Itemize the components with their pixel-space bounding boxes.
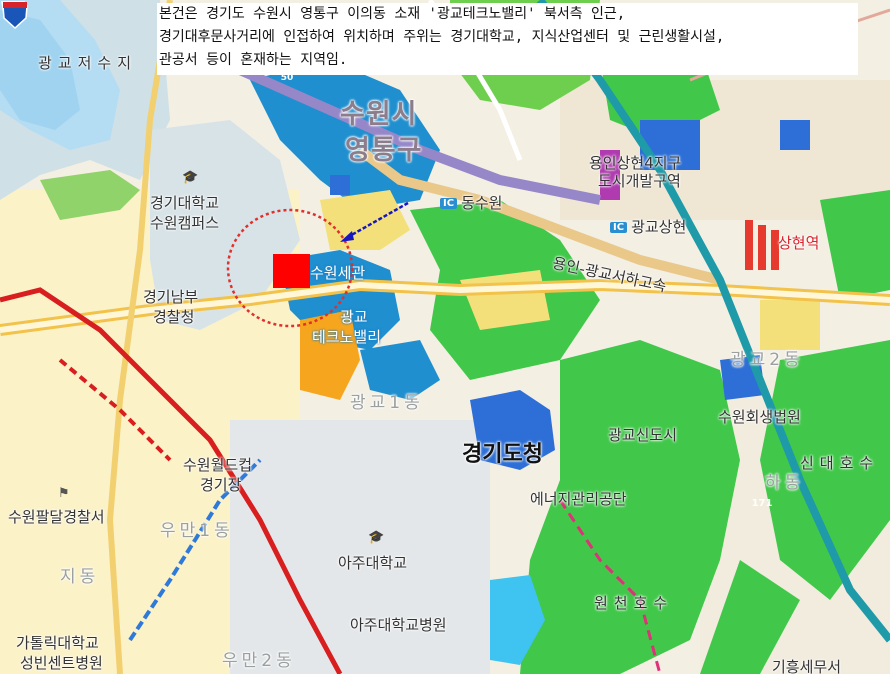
label-ajou-hospital: 아주대학교병원 [350, 616, 447, 634]
label-dongsuwon-ic: IC 동수원 [440, 192, 502, 213]
label-suwon-si: 수원시 [340, 99, 418, 130]
label-st-vincent: 성빈센트병원 [20, 654, 103, 672]
label-kyonggi-univ: 경기대학교 [150, 194, 220, 212]
route-171-number: 171 [751, 498, 773, 509]
label-woman1-dong: 우만1동 [160, 521, 234, 541]
label-woman2-dong: 우만2동 [222, 651, 296, 671]
label-gwanggyo: 광교 [340, 308, 368, 326]
label-energy-agency: 에너지관리공단 [530, 490, 627, 508]
label-gwanggyo1-dong: 광교1동 [350, 393, 424, 413]
label-suwon-court: 수원회생법원 [718, 408, 801, 426]
route-171-shield-icon [2, 2, 28, 30]
label-gwanggyo-reservoir: 광교저수지 [38, 54, 138, 72]
label-sanghyeon-station: 상현역 [778, 234, 820, 252]
label-gyeonggi-province-office: 경기도청 [462, 442, 543, 467]
label-ajou-univ: 아주대학교 [338, 554, 408, 572]
label-stadium: 경기장 [200, 476, 242, 494]
label-jidong: 지동 [60, 567, 100, 587]
label-catholic-univ: 가톨릭대학교 [16, 634, 99, 652]
description-line-1: 본건은 경기도 수원시 영통구 이의동 소재 '광교테크노밸리' 북서측 인근, [159, 6, 626, 22]
ic-badge-icon: IC [440, 198, 458, 209]
label-police-station: 경찰청 [153, 308, 195, 326]
label-giheung-tax-office: 기흥세무서 [772, 658, 842, 674]
map[interactable]: 본건은 경기도 수원시 영통구 이의동 소재 '광교테크노밸리' 북서측 인근,… [0, 0, 890, 674]
label-suwon-worldcup: 수원월드컵 [183, 456, 253, 474]
label-kyonggi-south-police: 경기남부 [143, 288, 199, 306]
label-suwon-office: 수원세관 [310, 264, 366, 282]
gwanggyo-sanghyeon-text: 광교상현 [631, 218, 687, 236]
description-line-2: 경기대후문사거리에 인접하여 위치하며 주위는 경기대학교, 지식산업센터 및 … [159, 29, 725, 45]
label-suwon-paldal-police: 수원팔달경찰서 [8, 508, 105, 526]
label-urban-dev: 도시개발구역 [598, 172, 681, 190]
school-icon-2: 🎓 [368, 530, 385, 545]
label-ha-dong: 하동 [765, 473, 805, 493]
description-box: 본건은 경기도 수원시 영통구 이의동 소재 '광교테크노밸리' 북서측 인근,… [157, 3, 858, 75]
label-gwanggyo2-dong: 광교2동 [730, 350, 804, 370]
label-yeongtong-gu: 영통구 [345, 135, 423, 166]
ic-badge-icon-2: IC [610, 222, 628, 233]
school-icon: 🎓 [182, 170, 199, 185]
route-50-number: 50 [280, 73, 294, 83]
description-line-3: 관공서 등이 혼재하는 지역임. [159, 52, 348, 68]
label-woncheon-lake: 원천호수 [594, 594, 674, 612]
label-sindaeho: 신대호수 [800, 454, 880, 472]
police-icon: ⚑ [58, 486, 70, 501]
dongsuwon-text: 동수원 [461, 194, 503, 212]
map-canvas [0, 0, 890, 674]
label-suwon-campus: 수원캠퍼스 [150, 214, 220, 232]
subject-property-marker[interactable] [273, 254, 310, 288]
label-gwanggyo-sanghyeon-ic: IC 광교상현 [610, 216, 686, 237]
label-gwanggyo-newtown: 광교신도시 [608, 426, 678, 444]
label-technovalley: 테크노밸리 [312, 328, 382, 346]
